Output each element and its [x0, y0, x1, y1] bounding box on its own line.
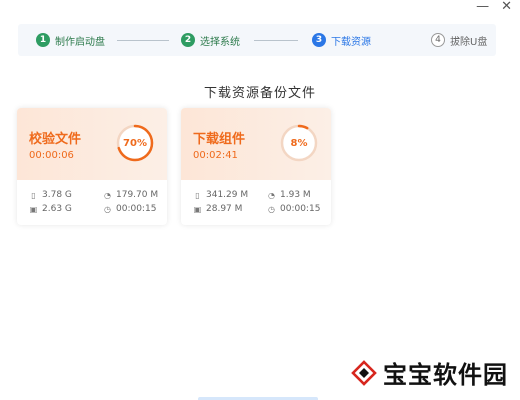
- progress-ring: 8%: [279, 123, 319, 163]
- card-stats: ▯ 341.29 M ◔ 1.93 M ▣ 28.97 M ◷ 00:00:15: [181, 180, 331, 214]
- download-card-verify: 校验文件 00:00:06 70% ▯ 3.78 G ◔ 179.70 M ▣ …: [17, 108, 167, 225]
- speed-stat: ◔ 179.70 M: [103, 190, 167, 200]
- clock-icon: ◷: [268, 204, 275, 214]
- file-icon: ▯: [31, 190, 36, 200]
- section-title: 下载资源备份文件: [203, 86, 316, 101]
- speed-icon: ◔: [268, 190, 275, 200]
- step-1: 1 制作启动盘: [36, 33, 105, 48]
- progress-percent: 70%: [123, 137, 147, 149]
- step-1-label: 制作启动盘: [55, 36, 105, 48]
- speed-stat: ◔ 1.93 M: [267, 190, 331, 200]
- total-size-stat: ▯ 3.78 G: [29, 190, 103, 200]
- card-title: 下载组件: [193, 132, 246, 147]
- minimize-button[interactable]: —: [476, 0, 489, 14]
- watermark-logo-icon: [351, 359, 377, 386]
- card-header: 下载组件 00:02:41 8%: [181, 108, 331, 180]
- step-3-label: 下载资源: [331, 36, 371, 48]
- step-2: 2 选择系统: [181, 33, 240, 48]
- step-2-label: 选择系统: [200, 36, 240, 48]
- step-4: 4 拔除U盘: [431, 33, 487, 48]
- watermark: 宝宝软件园: [351, 355, 508, 390]
- watermark-text: 宝宝软件园: [383, 361, 508, 389]
- remaining-stat: ◷ 00:00:15: [267, 204, 331, 214]
- disk-icon: ▣: [193, 204, 202, 214]
- step-2-number: 2: [181, 33, 195, 47]
- step-4-number: 4: [431, 33, 445, 47]
- close-button[interactable]: ✕: [501, 0, 512, 14]
- speed-value: 1.93 M: [280, 190, 311, 200]
- file-icon: ▯: [195, 190, 200, 200]
- step-3-number: 3: [312, 33, 326, 47]
- downloaded-stat: ▣ 2.63 G: [29, 204, 103, 214]
- step-connector: [117, 39, 169, 41]
- elapsed-time: 00:02:41: [193, 150, 238, 161]
- downloaded-value: 28.97 M: [206, 204, 243, 214]
- step-4-label: 拔除U盘: [450, 36, 488, 48]
- step-progress-bar: 1 制作启动盘 2 选择系统 3 下载资源 4 拔除U盘: [18, 24, 496, 56]
- card-title: 校验文件: [29, 132, 82, 147]
- disk-icon: ▣: [29, 204, 38, 214]
- speed-value: 179.70 M: [116, 190, 159, 200]
- elapsed-time: 00:00:06: [29, 150, 74, 161]
- progress-percent: 8%: [290, 137, 308, 149]
- total-size-stat: ▯ 341.29 M: [193, 190, 267, 200]
- progress-ring: 70%: [115, 123, 155, 163]
- downloaded-stat: ▣ 28.97 M: [193, 204, 267, 214]
- window-controls: — ✕: [476, 0, 512, 14]
- total-size-value: 341.29 M: [206, 190, 249, 200]
- clock-icon: ◷: [104, 204, 111, 214]
- downloaded-value: 2.63 G: [42, 204, 72, 214]
- total-size-value: 3.78 G: [42, 190, 72, 200]
- remaining-value: 00:00:15: [280, 204, 321, 214]
- speed-icon: ◔: [104, 190, 111, 200]
- remaining-value: 00:00:15: [116, 204, 157, 214]
- remaining-stat: ◷ 00:00:15: [103, 204, 167, 214]
- step-connector: [254, 39, 298, 41]
- step-1-number: 1: [36, 33, 50, 47]
- step-3: 3 下载资源: [312, 33, 371, 48]
- card-header: 校验文件 00:00:06 70%: [17, 108, 167, 180]
- card-stats: ▯ 3.78 G ◔ 179.70 M ▣ 2.63 G ◷ 00:00:15: [17, 180, 167, 214]
- download-card-components: 下载组件 00:02:41 8% ▯ 341.29 M ◔ 1.93 M ▣ 2…: [181, 108, 331, 225]
